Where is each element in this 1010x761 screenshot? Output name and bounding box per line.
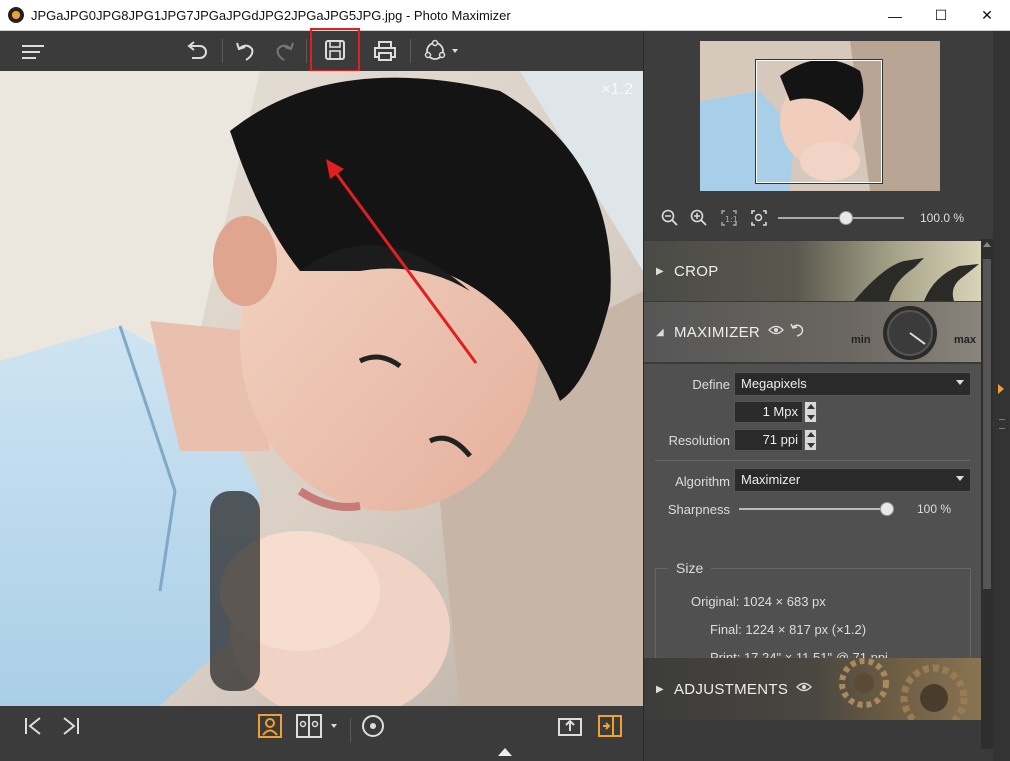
- sharpness-value: 100 %: [917, 502, 952, 516]
- maximizer-section-header[interactable]: ◢ MAXIMIZER min max: [644, 302, 981, 362]
- collapse-arrow-icon[interactable]: [998, 384, 1004, 394]
- first-image-icon[interactable]: [18, 712, 48, 740]
- visibility-eye-icon[interactable]: [796, 680, 813, 698]
- close-button[interactable]: ✕: [964, 0, 1010, 31]
- sharpness-slider-track[interactable]: [739, 508, 887, 510]
- reset-icon[interactable]: [789, 322, 805, 343]
- bottom-toolbar: [0, 706, 643, 761]
- define-label: Define: [692, 377, 730, 392]
- panel-scrollbar[interactable]: [981, 239, 993, 749]
- menu-icon[interactable]: [18, 37, 48, 65]
- resolution-label: Resolution: [668, 433, 730, 448]
- resolution-input[interactable]: 71 ppi: [734, 429, 803, 451]
- window-title: JPGaJPG0JPG8JPG1JPG7JPGaJPGdJPG2JPGaJPG5…: [31, 7, 511, 23]
- megapixels-input[interactable]: 1 Mpx: [734, 401, 803, 423]
- dial-max-label: max: [954, 334, 977, 346]
- actual-size-icon[interactable]: 1:1: [719, 208, 739, 228]
- collapse-panel-strip[interactable]: [993, 31, 1010, 761]
- maximizer-collapse-arrow: ◢: [656, 326, 664, 338]
- algorithm-label: Algorithm: [675, 474, 730, 489]
- crop-expand-arrow: ▶: [656, 265, 664, 277]
- maximizer-dial-icon[interactable]: [880, 304, 940, 362]
- chevron-down-icon: [956, 476, 964, 481]
- toggle-panel-icon[interactable]: [595, 712, 625, 740]
- image-canvas[interactable]: ×1.2: [0, 71, 643, 706]
- algorithm-select[interactable]: Maximizer: [734, 468, 971, 492]
- scroll-up-icon[interactable]: [983, 242, 991, 247]
- undo-icon[interactable]: [230, 37, 260, 65]
- dial-min-label: min: [851, 334, 871, 346]
- zoom-slider-handle[interactable]: [839, 211, 854, 225]
- undo-all-icon[interactable]: [182, 37, 212, 65]
- grip-icon[interactable]: [999, 419, 1005, 429]
- zoom-in-icon[interactable]: [689, 208, 709, 228]
- crop-section-label: CROP: [674, 262, 719, 280]
- export-icon[interactable]: [555, 712, 585, 740]
- zoom-value: 100.0 %: [920, 211, 965, 225]
- divider: [655, 460, 971, 461]
- fit-screen-icon[interactable]: [749, 208, 769, 228]
- resolution-stepper[interactable]: [804, 429, 817, 451]
- sharpness-label: Sharpness: [667, 502, 730, 517]
- svg-text:1:1: 1:1: [725, 215, 738, 224]
- photo-preview: [0, 71, 643, 706]
- scrollbar-thumb[interactable]: [983, 259, 991, 589]
- define-select[interactable]: Megapixels: [734, 372, 971, 396]
- compare-view-icon[interactable]: [294, 712, 344, 740]
- main-toolbar: [0, 28, 643, 72]
- chevron-down-icon: [956, 380, 964, 385]
- title-bar: JPGaJPG0JPG8JPG1JPG7JPGaJPGdJPG2JPGaJPG5…: [0, 0, 1010, 31]
- navigator: 1:1 100.0 %: [644, 31, 993, 239]
- print-icon[interactable]: [370, 37, 400, 65]
- right-panel: 1:1 100.0 % ▶ CROP ◢ MAXIMIZER min max D…: [643, 31, 1010, 761]
- adjustments-section-header[interactable]: ▶ ADJUSTMENTS: [644, 658, 981, 720]
- megapixels-stepper[interactable]: [804, 401, 817, 423]
- minimize-button[interactable]: —: [872, 0, 918, 31]
- final-size: Final: 1224 × 817 px (×1.2): [710, 622, 867, 637]
- algorithm-select-value: Maximizer: [741, 472, 801, 487]
- zoom-out-icon[interactable]: [660, 208, 680, 228]
- sharpness-slider-handle[interactable]: [880, 502, 894, 516]
- adjustments-expand-arrow: ▶: [656, 683, 664, 695]
- crop-section-header[interactable]: ▶ CROP: [644, 241, 981, 301]
- last-image-icon[interactable]: [56, 712, 86, 740]
- save-icon: [325, 40, 345, 60]
- rotate-icon[interactable]: [358, 712, 388, 740]
- visibility-eye-icon[interactable]: [768, 323, 784, 341]
- maximizer-panel: Define Megapixels 1 Mpx Resolution 71 pp…: [644, 364, 981, 680]
- save-button[interactable]: [310, 28, 360, 72]
- size-title: Size: [668, 560, 712, 576]
- maximize-button[interactable]: ☐: [918, 0, 964, 31]
- adjustments-section-label: ADJUSTMENTS: [674, 680, 789, 698]
- single-view-icon[interactable]: [255, 712, 285, 740]
- app-icon: [8, 7, 24, 23]
- redo-icon[interactable]: [270, 37, 300, 65]
- original-size: Original: 1024 × 683 px: [691, 594, 826, 609]
- define-select-value: Megapixels: [741, 376, 807, 391]
- maximizer-section-label: MAXIMIZER: [674, 323, 761, 341]
- share-icon[interactable]: [420, 37, 462, 65]
- navigator-viewport-frame[interactable]: [755, 59, 883, 184]
- canvas-zoom-label: ×1.2: [601, 81, 633, 98]
- expand-filmstrip-icon[interactable]: [498, 748, 512, 756]
